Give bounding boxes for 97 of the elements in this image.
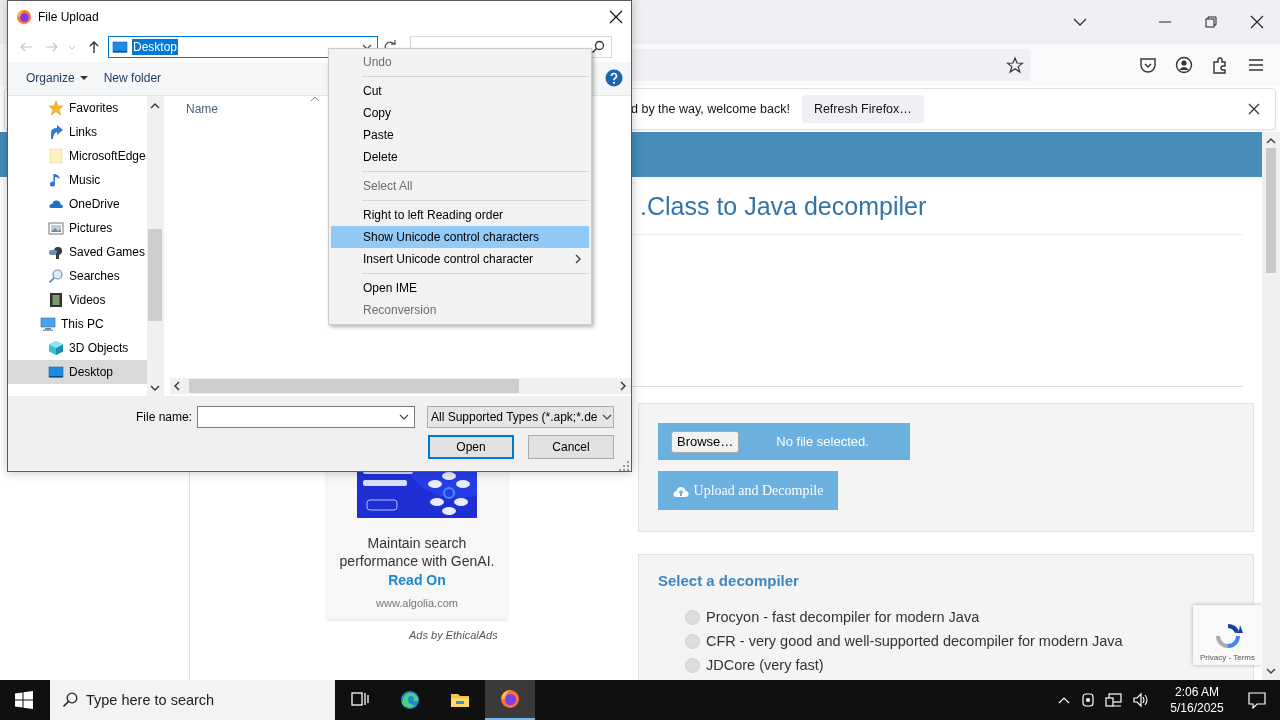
film-icon [48,292,64,308]
menu-item[interactable]: Open IME [331,277,589,299]
page-title: .Class to Java decompiler [640,191,928,221]
menu-icon[interactable] [1247,56,1265,74]
tree-item[interactable]: Music [8,168,147,192]
tree-item[interactable]: OneDrive [8,192,147,216]
ad-domain: www.algolia.com [376,597,458,609]
menu-item[interactable]: Copy [331,102,589,124]
scrollbar[interactable] [1262,132,1280,680]
notification-message: d by the way, welcome back! [631,102,790,116]
scroll-right-icon [619,381,627,391]
radio-button[interactable] [685,657,700,673]
address-field[interactable]: Desktop [108,36,378,58]
tree-item[interactable]: Saved Games [8,240,147,264]
search-icon [62,692,78,708]
tree-item[interactable]: Links [8,120,147,144]
close-icon[interactable] [1249,14,1265,30]
folder-icon [48,148,64,164]
monitor-icon [40,316,56,332]
restore-icon[interactable] [1203,14,1219,30]
extensions-icon[interactable] [1211,56,1229,74]
menu-item[interactable]: Show Unicode control characters [331,226,589,248]
close-icon[interactable] [1247,102,1261,116]
tree-item[interactable]: Favorites [8,96,147,120]
resize-grip-icon[interactable] [619,461,629,471]
notifications-icon[interactable] [1248,691,1266,709]
radio-option[interactable]: JDCore (very fast) [685,657,824,673]
magnifier-icon [48,268,64,284]
account-icon[interactable] [1175,56,1193,74]
radio-button[interactable] [685,633,700,649]
search-icon [591,40,605,54]
dialog-title: File Upload [38,9,99,24]
radio-option[interactable]: CFR - very good and well-supported decompiler for modern Java [685,633,1123,649]
menu-item[interactable]: Delete [331,146,589,168]
scroll-up-icon [150,102,160,110]
help-icon[interactable] [605,69,623,88]
dialog-button[interactable]: Cancel [528,435,614,459]
field-label: File name: [135,410,192,424]
file-type-select[interactable]: All Supported Types (*.apk;*.de [427,406,614,428]
browser-logo-icon [500,689,520,709]
file-status: No file selected. [776,434,869,449]
search-field[interactable]: Type here to search [50,680,335,720]
tree-item[interactable]: 3D Objects [8,336,147,360]
ad-link[interactable]: Read On [388,571,446,589]
tree-item[interactable]: This PC [8,312,147,336]
start-icon[interactable] [15,691,33,709]
address-text: Desktop [132,39,179,55]
network-icon[interactable] [1105,692,1123,708]
browser-logo-icon [16,8,32,25]
menu-button[interactable]: Organize [18,67,96,90]
radio-button[interactable] [685,609,700,625]
desktop-icon [112,39,128,55]
ad-text: Maintain search performance with GenAI. [338,534,496,570]
scrollbar-thumb[interactable] [1266,148,1276,273]
column-header[interactable]: Name [186,102,218,116]
scroll-up-icon [1266,136,1276,144]
game-pieces-icon [48,244,64,260]
clock[interactable]: 2:06 AM 5/16/2025 [1159,684,1235,716]
section-heading: Select a decompiler [658,572,800,589]
arrow-icon [48,124,64,140]
swirl-logo-icon[interactable] [400,690,420,710]
scroll-down-icon [1266,668,1276,676]
sort-caret-icon [310,96,320,102]
tree-item[interactable]: Searches [8,264,147,288]
menu-item[interactable]: Right to left Reading order [331,204,589,226]
toolbar-button[interactable]: New folder [95,67,170,90]
star-icon[interactable] [1006,56,1024,74]
scroll-left-icon [173,381,181,391]
tree-item[interactable]: Videos [8,288,147,312]
scrollbar[interactable] [147,96,163,396]
menu-item[interactable]: Insert Unicode control character [331,248,589,270]
taskbar-app-button[interactable] [485,680,535,720]
scrollbar-thumb[interactable] [148,229,162,321]
recaptcha-links[interactable]: Privacy - Terms [1200,653,1255,662]
desktop-icon [48,364,64,380]
menu-item[interactable]: Paste [331,124,589,146]
browse-button[interactable]: Browse… [671,430,740,453]
tree-item[interactable]: Desktop [8,360,147,384]
picture-frame-icon [48,220,64,236]
cube-icon [48,340,64,356]
pocket-icon[interactable] [1139,56,1157,74]
tree-item[interactable]: Pictures [8,216,147,240]
scroll-down-icon [150,384,160,392]
scrollbar[interactable] [170,378,631,394]
tree-item[interactable]: MicrosoftEdge [8,144,147,168]
file-name-field[interactable] [197,406,415,428]
menu-item[interactable]: Cut [331,80,589,102]
star-icon [48,100,64,116]
refresh-button[interactable]: Refresh Firefox… [801,95,924,123]
app-tray-icon[interactable] [1080,692,1096,708]
caret-icon [79,75,88,82]
speaker-icon[interactable] [1132,692,1150,708]
ad-credit: Ads by EthicalAds [409,629,499,641]
dialog-button[interactable]: Open [428,435,514,459]
radio-option[interactable]: Procyon - fast decompiler for modern Java [685,609,980,625]
close-icon[interactable] [609,9,623,24]
scrollbar-thumb[interactable] [189,379,519,393]
